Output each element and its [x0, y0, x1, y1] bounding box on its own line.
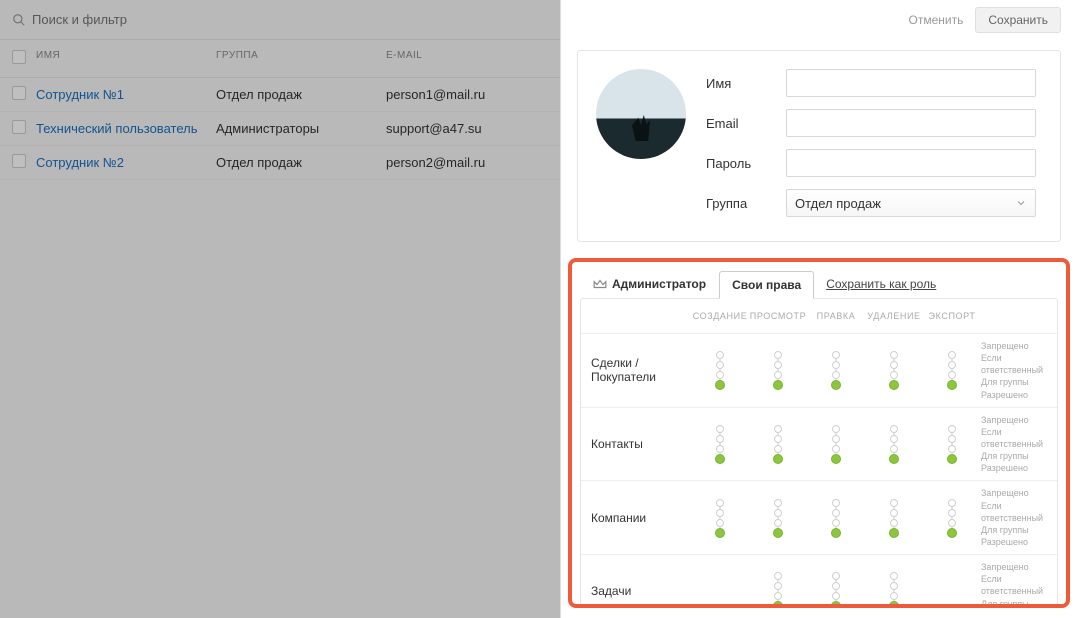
permission-tabs: Администратор Свои права Сохранить как р… — [580, 270, 1058, 298]
password-field[interactable] — [786, 149, 1036, 177]
panel-actions: Отменить Сохранить — [561, 0, 1077, 40]
chevron-down-icon — [1015, 197, 1027, 209]
group-selected-value: Отдел продаж — [795, 196, 881, 211]
permission-slider[interactable] — [889, 427, 899, 461]
group-label: Группа — [706, 196, 786, 211]
crown-icon — [593, 278, 607, 290]
header-name: ИМЯ — [36, 50, 216, 67]
user-group: Отдел продаж — [216, 87, 386, 102]
permission-slider[interactable] — [831, 574, 841, 608]
user-email: person2@mail.ru — [386, 155, 548, 170]
perm-row-label: Сделки / Покупатели — [581, 356, 691, 384]
select-all-checkbox[interactable] — [12, 50, 26, 64]
name-field[interactable] — [786, 69, 1036, 97]
perm-row-label: Задачи — [581, 584, 691, 598]
user-link[interactable]: Сотрудник №2 — [36, 155, 124, 170]
user-list-panel: ИМЯ ГРУППА E-MAIL Сотрудник №1 Отдел про… — [0, 0, 560, 618]
permission-slider[interactable] — [947, 427, 957, 461]
row-checkbox[interactable] — [12, 154, 26, 168]
table-header: ИМЯ ГРУППА E-MAIL — [0, 40, 560, 78]
permission-slider[interactable] — [773, 353, 783, 387]
row-checkbox[interactable] — [12, 120, 26, 134]
user-group: Отдел продаж — [216, 155, 386, 170]
save-as-role-link[interactable]: Сохранить как роль — [826, 277, 936, 291]
permission-slider[interactable] — [715, 427, 725, 461]
permission-slider[interactable] — [889, 574, 899, 608]
permission-slider[interactable] — [773, 501, 783, 535]
perm-legend: ЗапрещеноЕсли ответственныйДля группыРаз… — [981, 414, 1057, 475]
user-link[interactable]: Технический пользователь — [36, 121, 197, 136]
row-checkbox[interactable] — [12, 86, 26, 100]
table-row[interactable]: Сотрудник №1 Отдел продаж person1@mail.r… — [0, 78, 560, 112]
user-link[interactable]: Сотрудник №1 — [36, 87, 124, 102]
email-field[interactable] — [786, 109, 1036, 137]
tab-admin-label: Администратор — [612, 277, 706, 291]
user-table: ИМЯ ГРУППА E-MAIL Сотрудник №1 Отдел про… — [0, 40, 560, 180]
search-icon — [12, 13, 26, 27]
header-email: E-MAIL — [386, 50, 548, 67]
permission-slider[interactable] — [773, 574, 783, 608]
tab-admin[interactable]: Администратор — [580, 270, 719, 298]
permissions-table: СОЗДАНИЕ ПРОСМОТР ПРАВКА УДАЛЕНИЕ ЭКСПОР… — [580, 298, 1058, 608]
table-row[interactable]: Технический пользователь Администраторы … — [0, 112, 560, 146]
tab-own-rights[interactable]: Свои права — [719, 271, 814, 299]
search-input[interactable] — [32, 12, 232, 27]
col-edit: ПРАВКА — [807, 311, 865, 321]
perm-row-label: Компании — [581, 511, 691, 525]
perm-legend: ЗапрещеноЕсли ответственныйДля группыРаз… — [981, 487, 1057, 548]
table-row[interactable]: Сотрудник №2 Отдел продаж person2@mail.r… — [0, 146, 560, 180]
user-email: support@a47.su — [386, 121, 548, 136]
search-bar — [0, 0, 560, 40]
tab-own-label: Свои права — [732, 278, 801, 292]
save-button[interactable]: Сохранить — [975, 7, 1061, 33]
user-detail-panel: Отменить Сохранить Имя Email Пароль Груп… — [560, 0, 1077, 618]
group-select[interactable]: Отдел продаж — [786, 189, 1036, 217]
permission-slider[interactable] — [831, 353, 841, 387]
col-view: ПРОСМОТР — [749, 311, 807, 321]
perm-row: Задачи ЗапрещеноЕсли ответственныйДля гр… — [581, 555, 1057, 608]
name-label: Имя — [706, 76, 786, 91]
avatar[interactable] — [596, 69, 686, 159]
permission-slider[interactable] — [715, 501, 725, 535]
perm-legend: ЗапрещеноЕсли ответственныйДля группыРаз… — [981, 561, 1057, 608]
permission-slider[interactable] — [831, 427, 841, 461]
user-email: person1@mail.ru — [386, 87, 548, 102]
permission-slider[interactable] — [773, 427, 783, 461]
perm-row-label: Контакты — [581, 437, 691, 451]
password-label: Пароль — [706, 156, 786, 171]
perm-row: Компании ЗапрещеноЕсли ответственныйДля … — [581, 481, 1057, 555]
col-export: ЭКСПОРТ — [923, 311, 981, 321]
permission-slider[interactable] — [831, 501, 841, 535]
perm-row: Контакты ЗапрещеноЕсли ответственныйДля … — [581, 408, 1057, 482]
user-group: Администраторы — [216, 121, 386, 136]
permissions-block: Администратор Свои права Сохранить как р… — [568, 258, 1070, 608]
perm-row: Сделки / Покупатели ЗапрещеноЕсли ответс… — [581, 334, 1057, 408]
permission-slider[interactable] — [889, 501, 899, 535]
form-fields: Имя Email Пароль Группа Отдел продаж — [706, 69, 1036, 217]
header-group: ГРУППА — [216, 50, 386, 67]
permission-slider[interactable] — [947, 353, 957, 387]
col-delete: УДАЛЕНИЕ — [865, 311, 923, 321]
perm-table-header: СОЗДАНИЕ ПРОСМОТР ПРАВКА УДАЛЕНИЕ ЭКСПОР… — [581, 299, 1057, 334]
user-form-card: Имя Email Пароль Группа Отдел продаж — [577, 50, 1061, 242]
perm-legend: ЗапрещеноЕсли ответственныйДля группыРаз… — [981, 340, 1057, 401]
permission-slider[interactable] — [889, 353, 899, 387]
permission-slider[interactable] — [947, 501, 957, 535]
col-create: СОЗДАНИЕ — [691, 311, 749, 321]
permission-slider[interactable] — [715, 353, 725, 387]
email-label: Email — [706, 116, 786, 131]
cancel-button[interactable]: Отменить — [909, 13, 964, 27]
